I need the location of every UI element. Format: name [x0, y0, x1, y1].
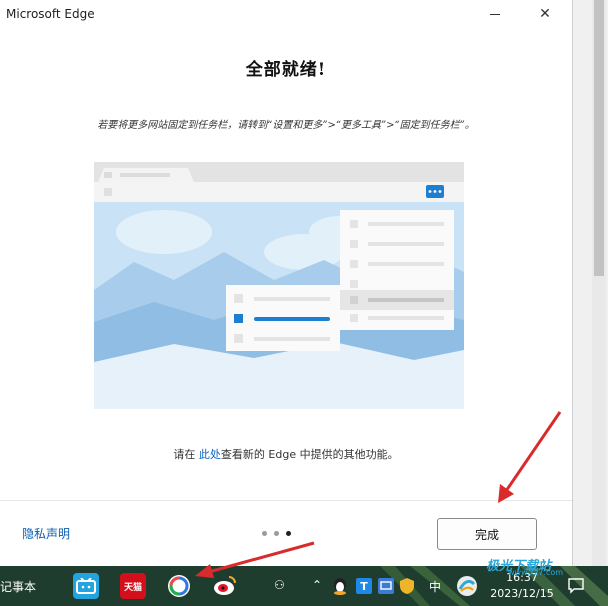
background-scrollbar[interactable] [592, 0, 606, 566]
display-tray-icon[interactable] [378, 578, 394, 594]
people-icon[interactable]: ⚇ [274, 578, 285, 592]
close-icon: ✕ [539, 6, 551, 22]
edge-setup-dialog: Microsoft Edge ✕ 全部就绪! 若要将更多网站固定到任务栏，请转到… [0, 0, 572, 566]
watermark-url: www.xz7.com [508, 568, 564, 577]
circle-logo-icon [168, 575, 190, 597]
swirl-logo-icon [457, 576, 477, 596]
page-description: 若要将更多网站固定到任务栏，请转到“设置和更多”>“更多工具”>“固定到任务栏”… [97, 120, 475, 131]
close-button[interactable]: ✕ [522, 0, 568, 28]
clock-date: 2023/12/15 [490, 587, 554, 600]
done-button[interactable]: 完成 [437, 518, 537, 550]
chevron-up-icon[interactable]: ⌃ [312, 578, 322, 592]
privacy-link[interactable]: 隐私声明 [22, 525, 70, 542]
page-heading: 全部就绪! [245, 60, 327, 80]
footer-divider [0, 500, 572, 501]
taskbar-notepad-label[interactable]: 记事本 [0, 578, 36, 595]
tv-icon [76, 578, 96, 594]
info-suffix: 查看新的 Edge 中提供的其他功能。 [220, 448, 399, 461]
scrollbar-thumb[interactable] [594, 0, 604, 276]
eye-logo-icon [214, 576, 236, 595]
notification-center-icon[interactable] [566, 576, 586, 596]
pin-to-taskbar-illustration [94, 162, 464, 409]
illustration-graphic [94, 162, 464, 409]
ime-indicator[interactable]: 中 [429, 578, 441, 595]
bilibili-icon[interactable] [73, 573, 99, 599]
browser-app-icon[interactable] [166, 573, 192, 599]
title-bar: Microsoft Edge ✕ [0, 0, 572, 28]
speech-bubble-icon [568, 578, 584, 594]
penguin-icon [334, 578, 346, 595]
pager-dot-3[interactable] [286, 531, 291, 536]
shield-icon [400, 578, 414, 594]
window-title: Microsoft Edge [6, 7, 95, 21]
pager-dots [262, 531, 291, 536]
weibo-icon[interactable] [212, 573, 238, 599]
minimize-button[interactable] [472, 0, 518, 28]
shield-tray-icon[interactable] [398, 577, 416, 595]
minimize-icon [490, 13, 500, 15]
pager-dot-2[interactable] [274, 531, 279, 536]
pager-dot-1[interactable] [262, 531, 267, 536]
tmall-icon[interactable]: 天猫 [120, 573, 146, 599]
download-site-tray-icon[interactable] [456, 575, 478, 597]
info-text: 请在 此处查看新的 Edge 中提供的其他功能。 [0, 446, 572, 462]
info-link[interactable]: 此处 [199, 448, 221, 461]
qq-tray-icon[interactable] [331, 577, 349, 595]
monitor-icon [380, 581, 392, 590]
t-tray-icon[interactable]: T [356, 578, 372, 594]
info-prefix: 请在 [173, 448, 199, 461]
